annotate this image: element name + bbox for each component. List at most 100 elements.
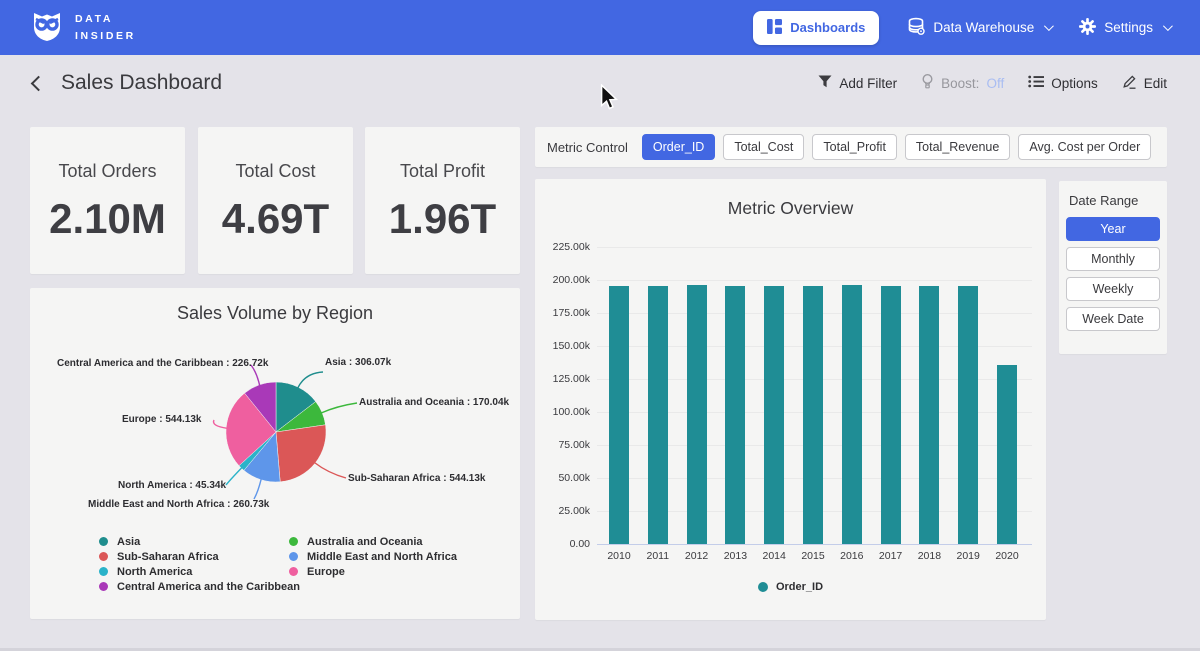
pie-label-central-america-and-the-caribbean: Central America and the Caribbean : 226.… xyxy=(57,358,268,369)
x-axis-tick-label: 2018 xyxy=(918,550,941,562)
bar-2017[interactable] xyxy=(881,286,901,544)
legend-label: Sub-Saharan Africa xyxy=(117,551,219,563)
add-filter-button[interactable]: Add Filter xyxy=(818,75,897,91)
y-gridline xyxy=(597,280,1032,281)
bar-chart-legend: Order_ID xyxy=(535,581,1046,593)
legend-dot xyxy=(99,537,108,546)
pie-leader-line xyxy=(254,479,261,499)
boost-label: Boost: xyxy=(941,76,979,91)
date-range-button-monthly[interactable]: Monthly xyxy=(1066,247,1160,271)
options-button[interactable]: Options xyxy=(1028,75,1098,91)
y-axis-tick-label: 175.00k xyxy=(535,307,590,319)
kpi-value: 4.69T xyxy=(198,195,353,243)
x-axis-tick-label: 2017 xyxy=(879,550,902,562)
data-warehouse-menu[interactable]: Data Warehouse xyxy=(907,17,1051,38)
y-axis-tick-label: 200.00k xyxy=(535,274,590,286)
pie-legend-item[interactable]: Central America and the Caribbean xyxy=(99,579,300,594)
y-axis-tick-label: 25.00k xyxy=(535,505,590,517)
bar-2012[interactable] xyxy=(687,285,707,544)
pie-leader-line xyxy=(298,372,323,388)
kpi-card-total-orders: Total Orders 2.10M xyxy=(30,127,185,274)
y-axis-tick-label: 50.00k xyxy=(535,472,590,484)
y-gridline xyxy=(597,247,1032,248)
page-title: Sales Dashboard xyxy=(61,71,222,95)
date-range-buttons-group: Year Monthly Weekly Week Date xyxy=(1066,217,1160,331)
legend-dot xyxy=(99,582,108,591)
pie-legend-column-2: Australia and Oceania Middle East and Nor… xyxy=(289,534,457,579)
x-axis-tick-label: 2020 xyxy=(995,550,1018,562)
date-range-panel: Date Range Year Monthly Weekly Week Date xyxy=(1059,181,1167,354)
metric-button-total-cost[interactable]: Total_Cost xyxy=(723,134,804,160)
legend-label: Australia and Oceania xyxy=(307,536,423,548)
owl-logo-icon xyxy=(30,8,64,47)
options-label: Options xyxy=(1051,76,1098,91)
pie-legend-item[interactable]: Sub-Saharan Africa xyxy=(99,549,300,564)
pie-label-middle-east-and-north-africa: Middle East and North Africa : 260.73k xyxy=(88,499,269,510)
top-navbar: DATA INSIDER Dashboards xyxy=(0,0,1200,55)
bar-chart-plot-area: 225.00k200.00k175.00k150.00k125.00k100.0… xyxy=(535,179,1046,620)
x-axis-tick-label: 2010 xyxy=(607,550,630,562)
kpi-value: 1.96T xyxy=(365,195,520,243)
date-range-label: Date Range xyxy=(1069,193,1160,208)
metric-button-order-id[interactable]: Order_ID xyxy=(642,134,715,160)
pie-leader-line xyxy=(314,463,346,479)
legend-label: Asia xyxy=(117,536,140,548)
date-range-button-weekly[interactable]: Weekly xyxy=(1066,277,1160,301)
edit-label: Edit xyxy=(1144,76,1167,91)
metric-button-total-profit[interactable]: Total_Profit xyxy=(812,134,897,160)
pie-leader-line xyxy=(214,420,228,428)
bar-2016[interactable] xyxy=(842,285,862,544)
x-axis-tick-label: 2016 xyxy=(840,550,863,562)
filter-funnel-icon xyxy=(818,75,832,91)
list-options-icon xyxy=(1028,75,1044,91)
bar-2015[interactable] xyxy=(803,286,823,544)
edit-button[interactable]: Edit xyxy=(1122,74,1167,92)
legend-dot xyxy=(289,552,298,561)
metric-overview-chart-panel: Metric Overview 225.00k200.00k175.00k150… xyxy=(535,179,1046,620)
legend-label: Middle East and North Africa xyxy=(307,551,457,563)
pie-slice-sub-saharan-africa[interactable] xyxy=(276,425,326,482)
add-filter-label: Add Filter xyxy=(839,76,897,91)
sales-volume-pie-panel: Sales Volume by Region Asia : 306.07kAus… xyxy=(30,288,520,619)
pie-legend-column-1: Asia Sub-Saharan AfricaNorth America Centr… xyxy=(99,534,300,594)
kpi-label: Total Profit xyxy=(365,161,520,182)
database-icon xyxy=(907,17,925,38)
kpi-label: Total Cost xyxy=(198,161,353,182)
dashboards-button[interactable]: Dashboards xyxy=(753,11,879,45)
bar-2010[interactable] xyxy=(609,286,629,544)
legend-dot xyxy=(758,582,768,592)
bar-2013[interactable] xyxy=(725,286,745,544)
brand-text: DATA INSIDER xyxy=(75,11,136,44)
pie-leader-line xyxy=(321,403,357,413)
legend-label: Central America and the Caribbean xyxy=(117,581,300,593)
boost-toggle[interactable]: Boost: Off xyxy=(921,74,1004,92)
legend-dot xyxy=(289,537,298,546)
y-axis-tick-label: 225.00k xyxy=(535,241,590,253)
bar-2019[interactable] xyxy=(958,286,978,544)
pie-legend-item[interactable]: Middle East and North Africa xyxy=(289,549,457,564)
data-warehouse-label: Data Warehouse xyxy=(933,20,1034,35)
date-range-button-week-date[interactable]: Week Date xyxy=(1066,307,1160,331)
bar-2014[interactable] xyxy=(764,286,784,544)
y-axis-tick-label: 0.00 xyxy=(535,538,590,550)
bar-2020[interactable] xyxy=(997,365,1017,544)
boost-balloon-icon xyxy=(921,74,934,92)
pie-legend-item[interactable]: Europe xyxy=(289,564,457,579)
pie-legend-item[interactable]: Asia xyxy=(99,534,300,549)
x-axis-tick-label: 2015 xyxy=(801,550,824,562)
kpi-label: Total Orders xyxy=(30,161,185,182)
date-range-button-year[interactable]: Year xyxy=(1066,217,1160,241)
kpi-card-total-cost: Total Cost 4.69T xyxy=(198,127,353,274)
metric-button-total-revenue[interactable]: Total_Revenue xyxy=(905,134,1010,160)
metric-button-avg-cost-per-order[interactable]: Avg. Cost per Order xyxy=(1018,134,1151,160)
y-gridline xyxy=(597,544,1032,545)
legend-dot xyxy=(99,567,108,576)
bar-2018[interactable] xyxy=(919,286,939,544)
back-chevron-icon[interactable] xyxy=(31,75,47,91)
kpi-value: 2.10M xyxy=(30,195,185,243)
settings-menu[interactable]: Settings xyxy=(1079,18,1170,38)
bar-2011[interactable] xyxy=(648,286,668,544)
dashboards-grid-icon xyxy=(767,19,782,37)
pie-legend-item[interactable]: North America xyxy=(99,564,300,579)
pie-legend-item[interactable]: Australia and Oceania xyxy=(289,534,457,549)
